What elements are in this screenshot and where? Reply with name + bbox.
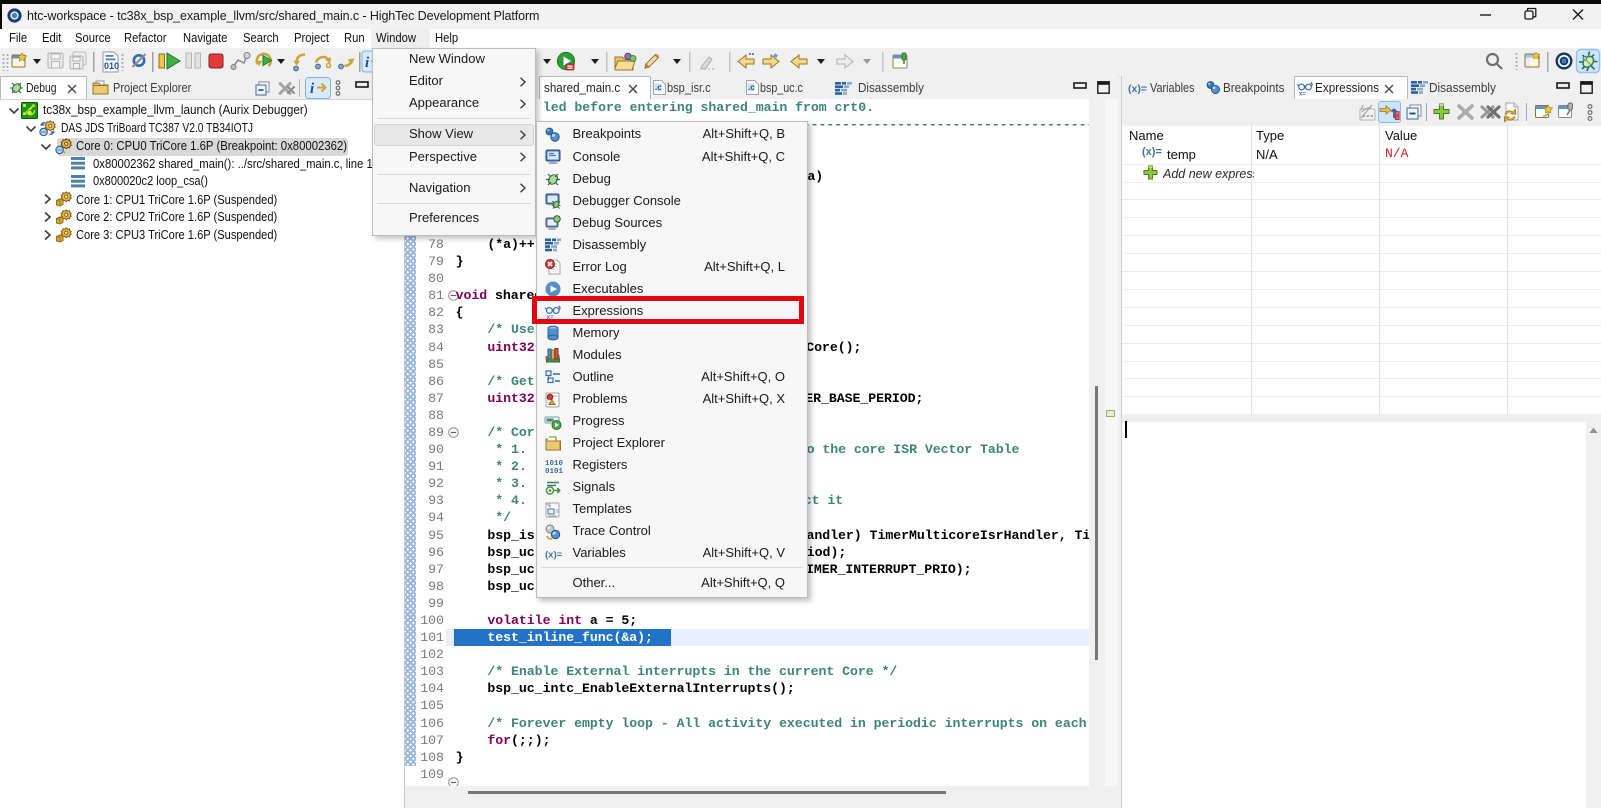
svg-text:(x)=: (x)= (545, 549, 563, 560)
svg-text:.c: .c (655, 83, 662, 92)
svg-text:1010: 1010 (545, 460, 564, 468)
svg-text:x=: x= (1299, 92, 1306, 98)
svg-text:.c: .c (748, 83, 755, 92)
svg-text:0101: 0101 (545, 468, 564, 476)
svg-text:010: 010 (104, 61, 119, 71)
